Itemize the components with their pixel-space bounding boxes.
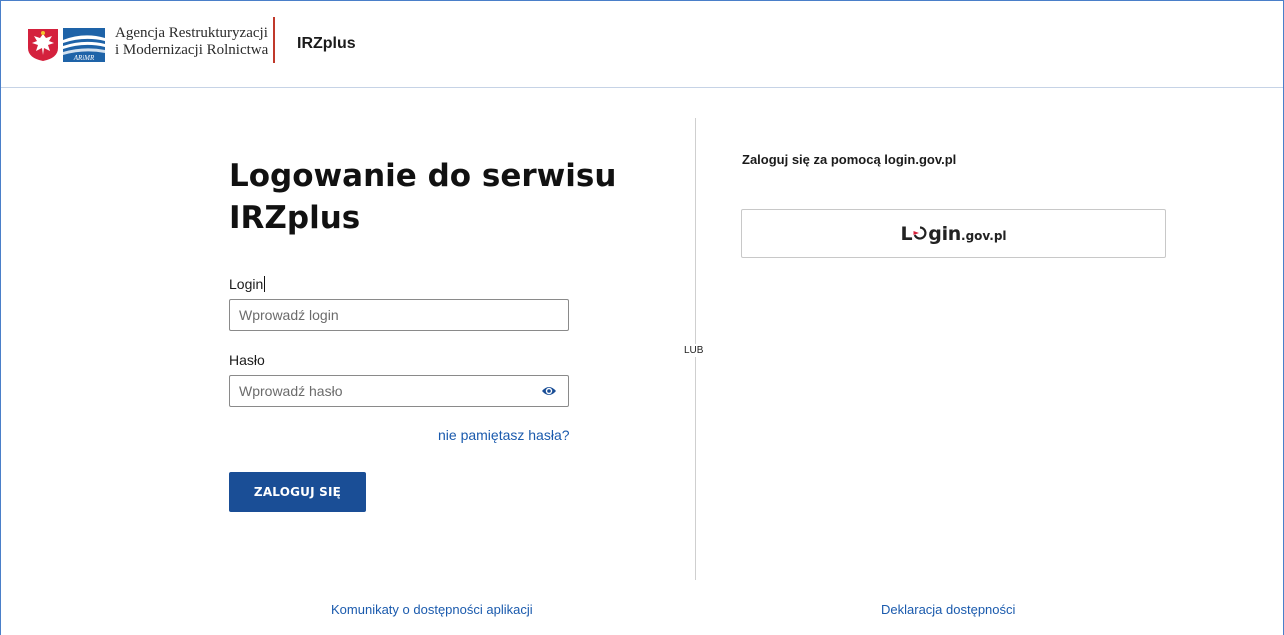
password-label: Hasło <box>229 352 265 368</box>
header-divider <box>273 17 275 63</box>
text-cursor <box>264 276 266 292</box>
arimr-logo-icon: ARiMR <box>63 28 105 62</box>
agency-name: Agencja Restrukturyzacji i Modernizacji … <box>115 25 268 59</box>
password-input[interactable] <box>229 375 569 407</box>
agency-name-line1: Agencja Restrukturyzacji <box>115 25 268 41</box>
logo-gin: gin <box>928 222 962 245</box>
eye-icon[interactable] <box>541 384 557 398</box>
accessibility-notices-link[interactable]: Komunikaty o dostępności aplikacji <box>331 602 533 617</box>
arrow-circle-icon <box>913 225 927 240</box>
accessibility-declaration-link[interactable]: Deklaracja dostępności <box>881 602 1015 617</box>
arimr-mark-text: ARiMR <box>73 54 95 62</box>
login-label: Login <box>229 276 266 292</box>
page-frame <box>0 0 1284 635</box>
app-name: IRZplus <box>297 35 356 52</box>
login-label-text: Login <box>229 276 264 292</box>
page-title-line1: Logowanie do serwisu <box>229 158 617 194</box>
logo-letter-l: L <box>900 222 913 245</box>
agency-name-line2: i Modernizacji Rolnictwa <box>115 42 269 58</box>
login-button[interactable]: ZALOGUJ SIĘ <box>229 472 366 512</box>
login-gov-pl-logo: L gin .gov.pl <box>900 223 1006 245</box>
login-input[interactable] <box>229 299 569 331</box>
or-separator: LUB <box>684 344 704 357</box>
forgot-password-link[interactable]: nie pamiętasz hasła? <box>438 427 570 443</box>
page-title: Logowanie do serwisu IRZplus <box>229 155 616 239</box>
app-header: ARiMR Agencja Restrukturyzacji i Moderni… <box>1 1 1283 88</box>
polish-eagle-emblem-icon <box>28 29 58 61</box>
page-title-line2: IRZplus <box>229 200 361 236</box>
gov-login-heading: Zaloguj się za pomocą login.gov.pl <box>742 152 957 167</box>
logo-suffix: .gov.pl <box>961 228 1007 243</box>
login-gov-pl-button[interactable]: L gin .gov.pl <box>741 209 1166 258</box>
